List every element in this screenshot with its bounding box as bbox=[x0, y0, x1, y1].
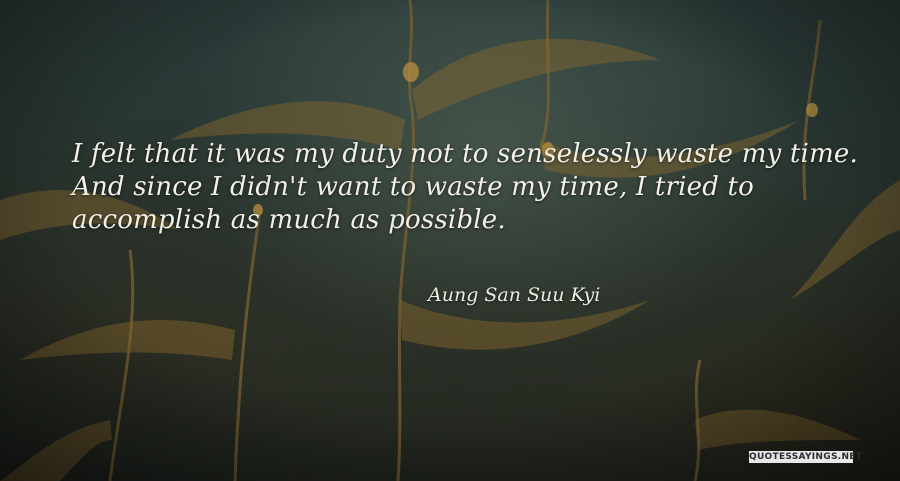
quote-image: I felt that it was my duty not to sensel… bbox=[0, 0, 900, 481]
kelp-background bbox=[0, 0, 900, 481]
site-watermark: QUOTESSAYINGS.NET bbox=[749, 451, 863, 463]
quote-text: I felt that it was my duty not to sensel… bbox=[72, 139, 858, 235]
quote-author: Aung San Suu Kyi bbox=[428, 284, 601, 306]
